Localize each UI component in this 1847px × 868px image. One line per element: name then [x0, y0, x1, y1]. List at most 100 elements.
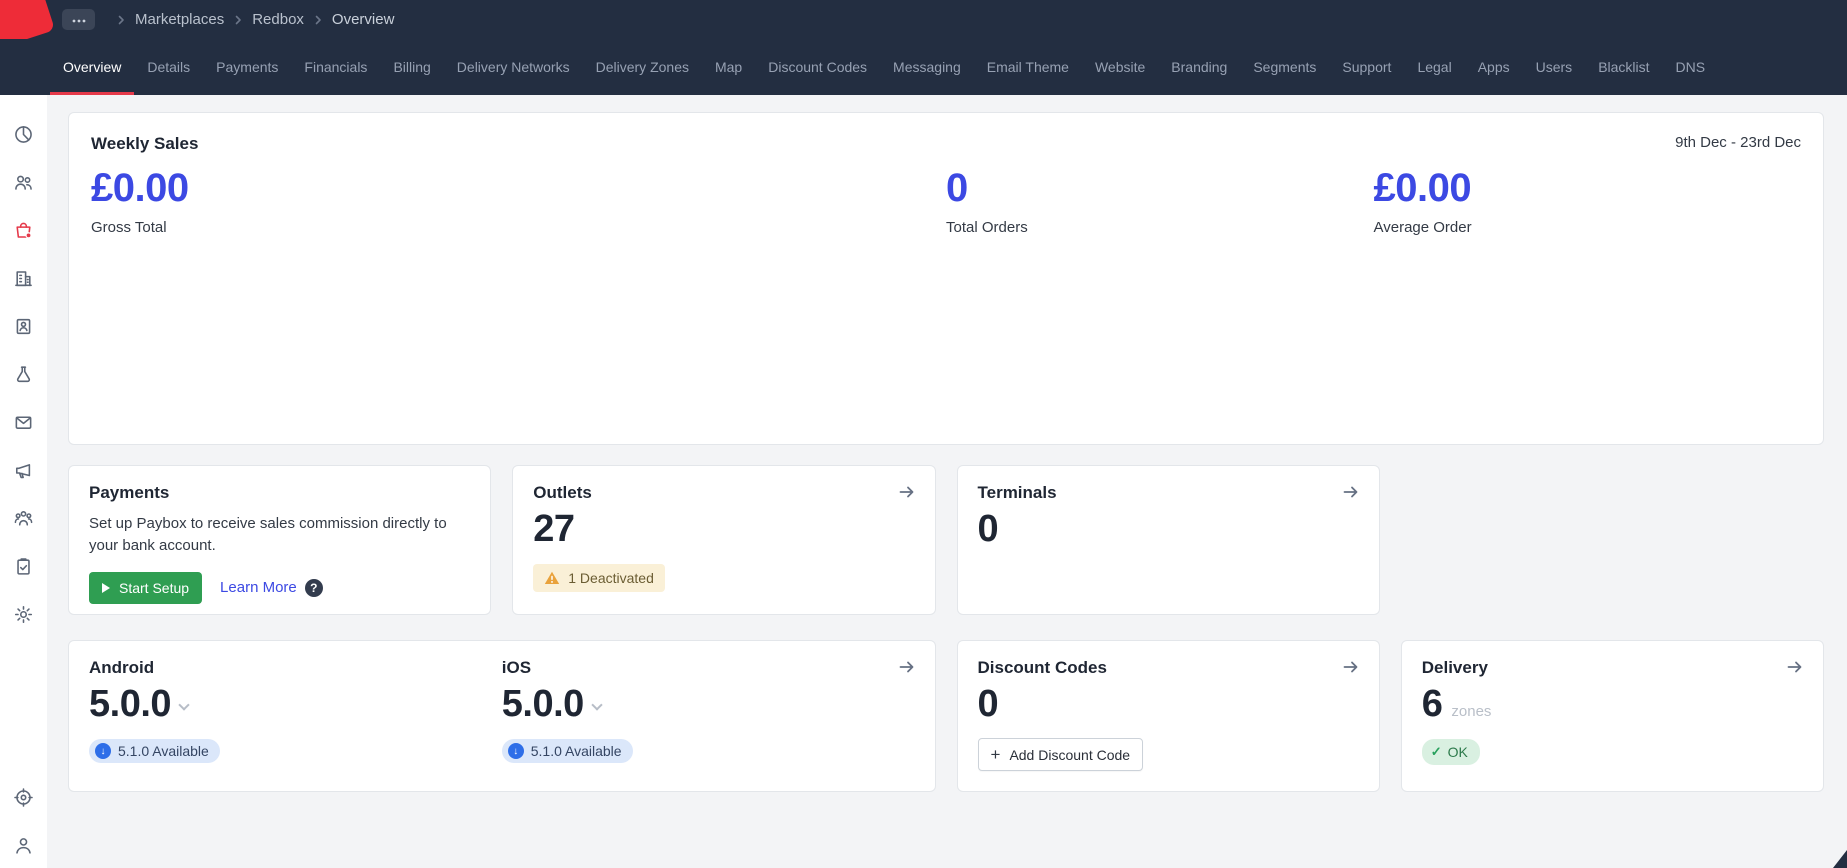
users-icon[interactable] — [13, 171, 35, 193]
tab-dns[interactable]: DNS — [1663, 39, 1719, 95]
tab-users[interactable]: Users — [1523, 39, 1586, 95]
tab-overview[interactable]: Overview — [50, 39, 134, 95]
tab-financials[interactable]: Financials — [291, 39, 380, 95]
tab-email-theme[interactable]: Email Theme — [974, 39, 1082, 95]
terminals-card: Terminals 0 — [957, 465, 1380, 615]
delivery-ok-badge: ✓ OK — [1422, 739, 1480, 765]
chevron-right-icon — [312, 14, 324, 26]
outlets-deactivated-badge: 1 Deactivated — [533, 564, 665, 592]
ios-version: 5.0.0 — [502, 683, 584, 726]
tab-payments[interactable]: Payments — [203, 39, 291, 95]
android-version: 5.0.0 — [89, 683, 171, 726]
account-icon[interactable] — [13, 834, 35, 856]
download-circle-icon: ↓ — [508, 743, 524, 759]
tab-support[interactable]: Support — [1329, 39, 1404, 95]
tab-messaging[interactable]: Messaging — [880, 39, 974, 95]
download-circle-icon: ↓ — [95, 743, 111, 759]
plus-icon: + — [991, 746, 1001, 763]
outlets-arrow-button[interactable] — [895, 480, 919, 507]
add-discount-code-label: Add Discount Code — [1009, 747, 1130, 763]
breadcrumb-redbox[interactable]: Redbox — [252, 11, 304, 28]
tab-discount-codes[interactable]: Discount Codes — [755, 39, 880, 95]
payments-card: Payments Set up Paybox to receive sales … — [68, 465, 491, 615]
breadcrumb-marketplaces[interactable]: Marketplaces — [135, 11, 224, 28]
terminals-arrow-button[interactable] — [1339, 480, 1363, 507]
teams-icon[interactable] — [13, 507, 35, 529]
payments-title: Payments — [89, 483, 470, 503]
tab-website[interactable]: Website — [1082, 39, 1158, 95]
labs-flask-icon[interactable] — [13, 363, 35, 385]
ios-section: iOS 5.0.0 ↓ 5.1.0 Available — [502, 658, 915, 774]
tab-billing[interactable]: Billing — [380, 39, 443, 95]
total-orders-value: 0 — [946, 166, 1374, 211]
corner-widget — [1833, 850, 1847, 868]
terminals-count: 0 — [978, 508, 1359, 551]
delivery-arrow-button[interactable] — [1783, 655, 1807, 682]
outlets-card: Outlets 27 1 Deactivated — [512, 465, 935, 615]
arrow-right-icon — [1785, 657, 1805, 677]
outlets-deactivated-label: 1 Deactivated — [568, 570, 654, 586]
discount-codes-arrow-button[interactable] — [1339, 655, 1363, 682]
question-circle-icon[interactable]: ? — [305, 579, 323, 597]
discount-codes-card: Discount Codes 0 + Add Discount Code — [957, 640, 1380, 792]
tab-details[interactable]: Details — [134, 39, 203, 95]
start-setup-button[interactable]: Start Setup — [89, 572, 202, 604]
arrow-right-icon — [1341, 657, 1361, 677]
stat-total-orders: 0 Total Orders — [946, 166, 1374, 236]
learn-more-link[interactable]: Learn More — [220, 579, 297, 596]
tab-blacklist[interactable]: Blacklist — [1585, 39, 1662, 95]
date-range: 9th Dec - 23rd Dec — [1675, 134, 1801, 151]
arrow-right-icon — [897, 482, 917, 502]
tab-delivery-zones[interactable]: Delivery Zones — [583, 39, 702, 95]
delivery-ok-label: OK — [1448, 744, 1468, 760]
tab-apps[interactable]: Apps — [1465, 39, 1523, 95]
tab-delivery-networks[interactable]: Delivery Networks — [444, 39, 583, 95]
messages-icon[interactable] — [13, 411, 35, 433]
weekly-sales-stats: £0.00 Gross Total 0 Total Orders £0.00 A… — [91, 166, 1801, 236]
weekly-sales-card: Weekly Sales 9th Dec - 23rd Dec £0.00 Gr… — [68, 112, 1824, 445]
chevron-down-icon[interactable] — [178, 699, 189, 710]
android-section: Android 5.0.0 ↓ 5.1.0 Available — [89, 658, 502, 774]
arrow-right-icon — [897, 657, 917, 677]
delivery-zones-unit: zones — [1451, 703, 1491, 720]
apps-arrow-button[interactable] — [895, 655, 919, 682]
delivery-card: Delivery 6 zones ✓ OK — [1401, 640, 1824, 792]
sidebar — [0, 95, 47, 868]
ios-update-badge: ↓ 5.1.0 Available — [502, 739, 633, 763]
stat-average-order: £0.00 Average Order — [1374, 166, 1802, 236]
discount-codes-title: Discount Codes — [978, 658, 1359, 678]
tasks-clipboard-icon[interactable] — [13, 555, 35, 577]
chevron-right-icon — [232, 14, 244, 26]
android-update-badge: ↓ 5.1.0 Available — [89, 739, 220, 763]
breadcrumb-overview[interactable]: Overview — [332, 11, 395, 28]
ios-title: iOS — [502, 658, 915, 678]
tab-legal[interactable]: Legal — [1404, 39, 1464, 95]
android-title: Android — [89, 658, 502, 678]
average-order-label: Average Order — [1374, 219, 1802, 236]
tab-segments[interactable]: Segments — [1240, 39, 1329, 95]
add-discount-code-button[interactable]: + Add Discount Code — [978, 738, 1144, 771]
target-icon[interactable] — [13, 786, 35, 808]
more-menu-button[interactable] — [62, 9, 95, 30]
start-setup-label: Start Setup — [119, 580, 189, 596]
contacts-icon[interactable] — [13, 315, 35, 337]
organization-icon[interactable] — [13, 267, 35, 289]
stat-gross-total: £0.00 Gross Total — [91, 166, 519, 236]
gross-total-label: Gross Total — [91, 219, 519, 236]
settings-gear-icon[interactable] — [13, 603, 35, 625]
terminals-title: Terminals — [978, 483, 1359, 503]
tab-map[interactable]: Map — [702, 39, 755, 95]
outlets-count: 27 — [533, 508, 914, 551]
dashboard-icon[interactable] — [13, 123, 35, 145]
total-orders-label: Total Orders — [946, 219, 1374, 236]
chevron-down-icon[interactable] — [591, 699, 602, 710]
arrow-right-icon — [1341, 482, 1361, 502]
announcements-icon[interactable] — [13, 459, 35, 481]
sidebar-top-group — [13, 123, 35, 625]
tab-branding[interactable]: Branding — [1158, 39, 1240, 95]
topbar: Marketplaces Redbox Overview — [0, 0, 1847, 39]
marketplaces-icon[interactable] — [13, 219, 35, 241]
tab-bar: Overview Details Payments Financials Bil… — [0, 39, 1847, 95]
payments-description: Set up Paybox to receive sales commissio… — [89, 513, 470, 557]
apps-card: Android 5.0.0 ↓ 5.1.0 Available iOS 5.0.… — [68, 640, 936, 792]
